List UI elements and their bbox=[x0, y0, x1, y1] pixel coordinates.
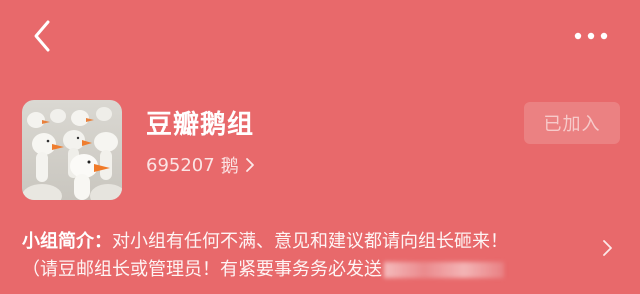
back-button[interactable] bbox=[26, 16, 60, 56]
chevron-right-icon bbox=[245, 158, 254, 172]
intro-expand-button[interactable] bbox=[600, 238, 616, 258]
group-name: 豆瓣鹅组 bbox=[146, 110, 255, 140]
joined-button[interactable]: 已加入 bbox=[524, 102, 620, 144]
redacted-text bbox=[384, 262, 504, 278]
group-avatar[interactable] bbox=[22, 100, 122, 200]
intro-text-line-2: （请豆邮组长或管理员！有紧要事务务必发送 bbox=[22, 259, 382, 280]
more-button[interactable] bbox=[568, 26, 614, 46]
goose-flock-image bbox=[22, 100, 122, 200]
intro-line-2: （请豆邮组长或管理员！有紧要事务务必发送 bbox=[22, 256, 602, 284]
intro-label: 小组简介： bbox=[22, 231, 112, 252]
member-count-link[interactable]: 695207 鹅 bbox=[146, 152, 255, 178]
group-intro[interactable]: 小组简介：对小组有任何不满、意见和建议都请向组长砸来！ （请豆邮组长或管理员！有… bbox=[22, 228, 602, 284]
member-unit: 鹅 bbox=[220, 156, 239, 177]
member-count: 695207 bbox=[146, 154, 215, 176]
chevron-right-icon bbox=[603, 240, 612, 256]
intro-text-line-1: 对小组有任何不满、意见和建议都请向组长砸来！ bbox=[112, 231, 508, 252]
intro-line-1: 小组简介：对小组有任何不满、意见和建议都请向组长砸来！ bbox=[22, 228, 602, 256]
more-horizontal-icon bbox=[574, 32, 608, 40]
chevron-left-icon bbox=[34, 20, 50, 52]
